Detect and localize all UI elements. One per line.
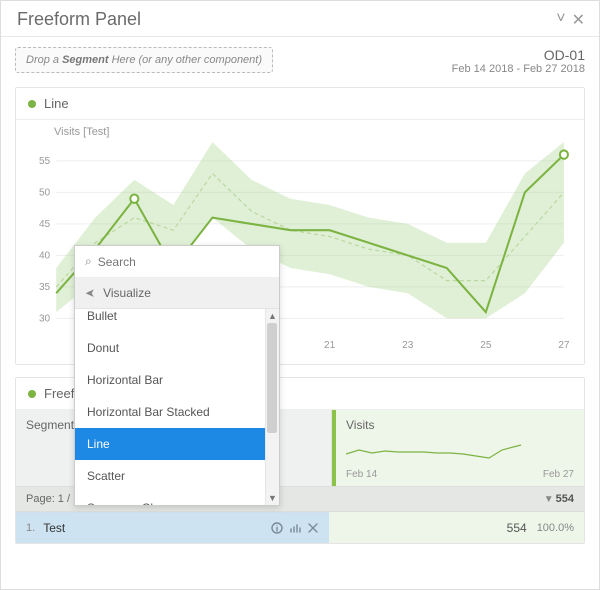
menu-item-donut[interactable]: Donut bbox=[75, 332, 279, 364]
range-info: OD-01 Feb 14 2018 - Feb 27 2018 bbox=[452, 47, 585, 75]
svg-text:50: 50 bbox=[39, 187, 50, 198]
panel-header: Freeform Panel ˅ ✕ bbox=[1, 1, 599, 37]
svg-text:45: 45 bbox=[39, 219, 50, 230]
breakdown-icon[interactable] bbox=[289, 522, 301, 534]
info-icon[interactable] bbox=[271, 522, 283, 534]
visualize-context-menu: ⌕ ➤ Visualize ▲ ▼ BulletDonutHorizontal … bbox=[74, 245, 280, 506]
menu-item-summary-change[interactable]: Summary Change bbox=[75, 492, 279, 505]
viz-status-dot bbox=[28, 390, 36, 398]
date-range-label: Feb 14 2018 - Feb 27 2018 bbox=[452, 63, 585, 75]
viz-title: Line bbox=[44, 96, 69, 111]
svg-text:21: 21 bbox=[324, 340, 335, 351]
svg-text:55: 55 bbox=[39, 156, 50, 167]
menu-search[interactable]: ⌕ bbox=[75, 246, 279, 278]
spark-end-label: Feb 27 bbox=[543, 469, 574, 480]
row-value: 554 bbox=[507, 521, 527, 535]
viz-status-dot bbox=[28, 100, 36, 108]
svg-text:40: 40 bbox=[39, 250, 50, 261]
menu-item-horizontal-bar[interactable]: Horizontal Bar bbox=[75, 364, 279, 396]
trend-down-icon: ▼ bbox=[544, 494, 554, 505]
svg-text:23: 23 bbox=[402, 340, 413, 351]
menu-back-heading[interactable]: ➤ Visualize bbox=[75, 278, 279, 309]
dropzone-text-post: Here (or any other component) bbox=[109, 54, 262, 66]
chevron-left-icon: ➤ bbox=[85, 286, 95, 300]
svg-text:35: 35 bbox=[39, 282, 50, 293]
menu-item-line[interactable]: Line bbox=[75, 428, 279, 460]
viz-metric-label: Visits [Test] bbox=[54, 126, 572, 138]
svg-text:30: 30 bbox=[39, 313, 50, 324]
segment-drop-zone[interactable]: Drop a Segment Here (or any other compon… bbox=[15, 47, 273, 73]
row-name: Test bbox=[43, 521, 65, 535]
menu-search-input[interactable] bbox=[98, 255, 269, 269]
remove-row-icon[interactable] bbox=[307, 522, 319, 534]
table-col-visits[interactable]: Visits bbox=[332, 410, 584, 440]
table-summary-value: ▼554 bbox=[329, 487, 584, 511]
row-pct: 100.0% bbox=[537, 522, 574, 534]
dropzone-text: Drop a bbox=[26, 54, 62, 66]
spark-start-label: Feb 14 bbox=[346, 469, 377, 480]
freeform-panel: Freeform Panel ˅ ✕ Drop a Segment Here (… bbox=[0, 0, 600, 590]
row-index: 1. bbox=[26, 522, 35, 534]
scroll-thumb[interactable] bbox=[267, 323, 277, 433]
menu-scrollbar[interactable]: ▲ ▼ bbox=[265, 309, 279, 505]
menu-item-horizontal-bar-stacked[interactable]: Horizontal Bar Stacked bbox=[75, 396, 279, 428]
svg-text:27: 27 bbox=[558, 340, 569, 351]
scroll-up-icon[interactable]: ▲ bbox=[266, 309, 279, 323]
menu-heading-label: Visualize bbox=[103, 286, 151, 300]
scroll-down-icon[interactable]: ▼ bbox=[266, 491, 279, 505]
menu-item-bullet[interactable]: Bullet bbox=[75, 309, 279, 332]
table-row[interactable]: 1. Test 554 100.0% bbox=[16, 512, 584, 543]
panel-close-icon[interactable]: ✕ bbox=[572, 10, 585, 30]
visits-sparkline bbox=[346, 440, 526, 462]
search-icon: ⌕ bbox=[85, 254, 92, 269]
menu-item-scatter[interactable]: Scatter bbox=[75, 460, 279, 492]
svg-text:25: 25 bbox=[480, 340, 491, 351]
dropzone-bold: Segment bbox=[62, 54, 108, 66]
project-code: OD-01 bbox=[452, 47, 585, 63]
panel-collapse-icon[interactable]: ˅ bbox=[556, 10, 565, 30]
panel-title: Freeform Panel bbox=[17, 9, 141, 30]
